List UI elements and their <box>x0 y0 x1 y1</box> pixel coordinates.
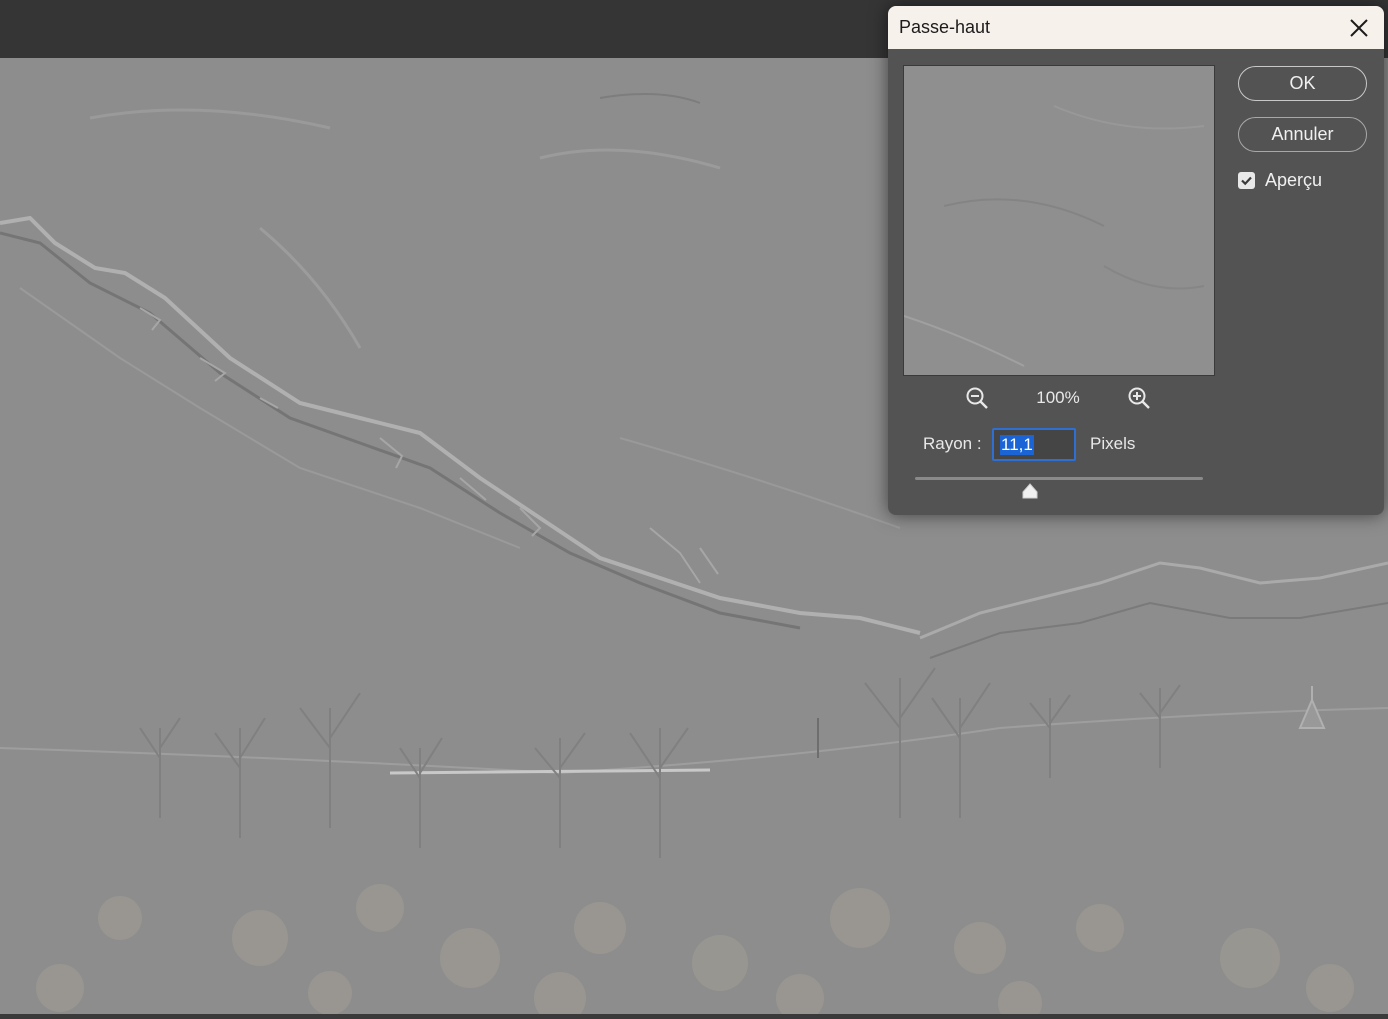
ok-button[interactable]: OK <box>1238 66 1367 101</box>
close-button[interactable] <box>1344 13 1374 43</box>
radius-slider[interactable] <box>915 477 1203 480</box>
zoom-in-button[interactable] <box>1127 386 1153 412</box>
preview-image <box>904 66 1214 375</box>
slider-thumb-icon <box>1022 483 1038 499</box>
zoom-out-button[interactable] <box>965 386 991 412</box>
dialog-titlebar[interactable]: Passe-haut <box>888 6 1384 49</box>
zoom-level: 100% <box>1036 388 1080 407</box>
preview-pane[interactable] <box>903 65 1215 376</box>
preview-checkbox-label[interactable]: Aperçu <box>1265 170 1322 191</box>
slider-thumb[interactable] <box>1021 483 1039 499</box>
check-icon <box>1241 176 1252 186</box>
radius-value: 11,1 <box>1000 435 1034 455</box>
dialog-title: Passe-haut <box>899 17 991 37</box>
preview-checkbox[interactable] <box>1238 172 1255 189</box>
cancel-button[interactable]: Annuler <box>1238 117 1367 152</box>
close-icon <box>1350 19 1368 37</box>
high-pass-dialog: Passe-haut 100% Rayon : 11,1 Pixels OK A… <box>888 6 1384 515</box>
radius-unit: Pixels <box>1090 434 1136 453</box>
radius-input[interactable]: 11,1 <box>992 428 1076 461</box>
zoom-in-icon <box>1128 387 1150 409</box>
radius-label: Rayon : <box>923 434 982 453</box>
zoom-out-icon <box>966 387 988 409</box>
bottom-edge <box>0 1014 1388 1019</box>
